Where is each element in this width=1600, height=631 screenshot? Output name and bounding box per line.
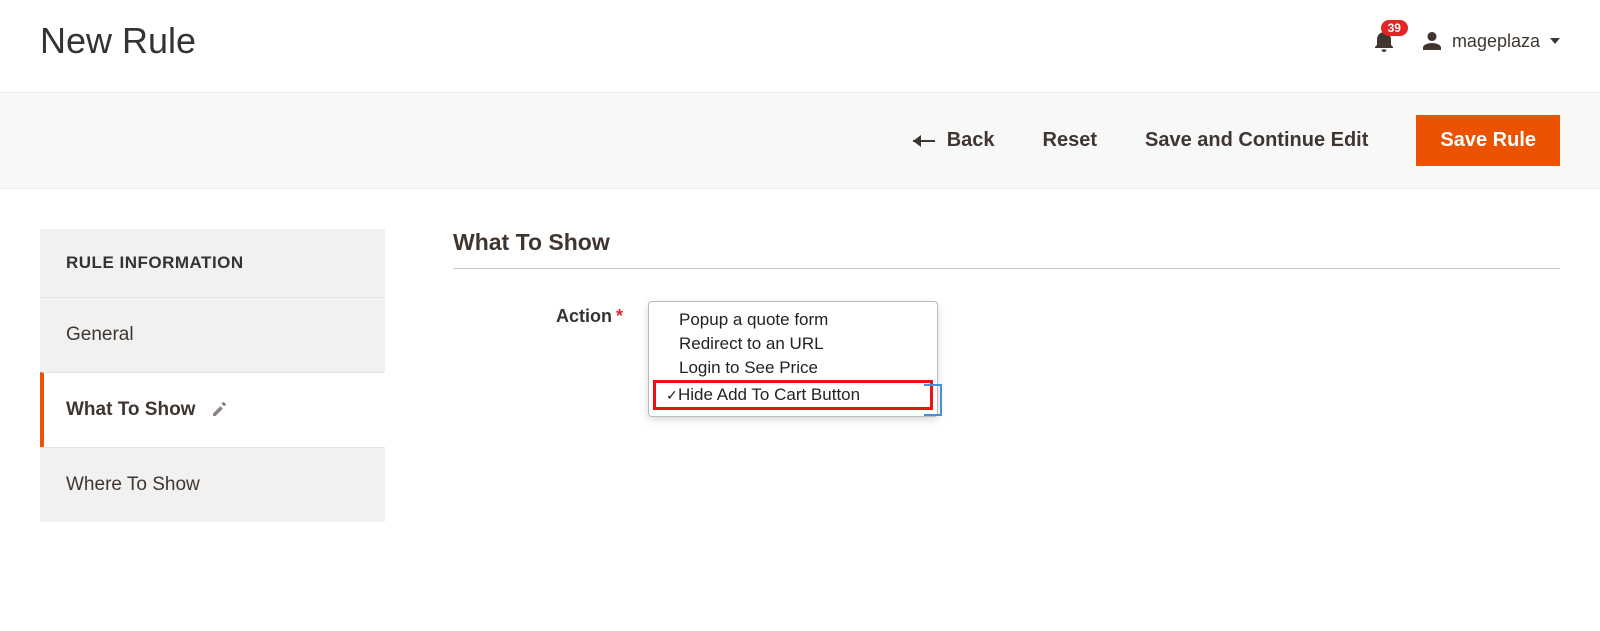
action-option-popup[interactable]: Popup a quote form [649, 308, 937, 332]
sidebar-title: RULE INFORMATION [40, 229, 385, 297]
action-option-redirect[interactable]: Redirect to an URL [649, 332, 937, 356]
sidebar-item-label: Where To Show [66, 474, 200, 496]
sidebar-item-label: What To Show [66, 399, 195, 421]
account-name: mageplaza [1452, 31, 1540, 52]
action-select-dropdown[interactable]: Popup a quote form Redirect to an URL Lo… [648, 301, 938, 417]
action-field-row: Action* Popup a quote form Redirect to a… [453, 303, 1560, 327]
back-button[interactable]: Back [913, 129, 995, 152]
arrow-left-icon [913, 140, 935, 142]
page-header: New Rule 39 mageplaza [0, 0, 1600, 92]
notifications-button[interactable]: 39 [1374, 30, 1394, 52]
sidebar-item-label: General [66, 324, 134, 346]
user-icon [1422, 31, 1442, 51]
page-title: New Rule [40, 20, 196, 62]
sidebar-item-what-to-show[interactable]: What To Show [40, 372, 385, 447]
reset-button[interactable]: Reset [1043, 129, 1097, 152]
action-option-hide-cart[interactable]: Hide Add To Cart Button [653, 380, 933, 410]
save-rule-button[interactable]: Save Rule [1416, 115, 1560, 166]
action-field-label: Action* [453, 303, 623, 327]
section-divider [453, 268, 1560, 269]
save-continue-label: Save and Continue Edit [1145, 129, 1368, 152]
required-star-icon: * [616, 306, 623, 326]
sidebar-item-general[interactable]: General [40, 297, 385, 372]
action-bar: Back Reset Save and Continue Edit Save R… [0, 92, 1600, 189]
action-label-text: Action [556, 306, 612, 326]
section-title: What To Show [453, 229, 1560, 268]
sidebar-item-where-to-show[interactable]: Where To Show [40, 447, 385, 522]
notification-count-badge: 39 [1381, 20, 1408, 36]
reset-label: Reset [1043, 129, 1097, 152]
header-right: 39 mageplaza [1374, 30, 1560, 52]
action-option-login[interactable]: Login to See Price [649, 356, 937, 380]
body: RULE INFORMATION General What To Show Wh… [0, 189, 1600, 562]
main-content: What To Show Action* Popup a quote form … [453, 229, 1560, 327]
sidebar: RULE INFORMATION General What To Show Wh… [40, 229, 385, 522]
account-menu[interactable]: mageplaza [1422, 31, 1560, 52]
chevron-down-icon [1550, 38, 1560, 44]
pencil-icon [211, 402, 227, 418]
save-continue-button[interactable]: Save and Continue Edit [1145, 129, 1368, 152]
back-label: Back [947, 129, 995, 152]
